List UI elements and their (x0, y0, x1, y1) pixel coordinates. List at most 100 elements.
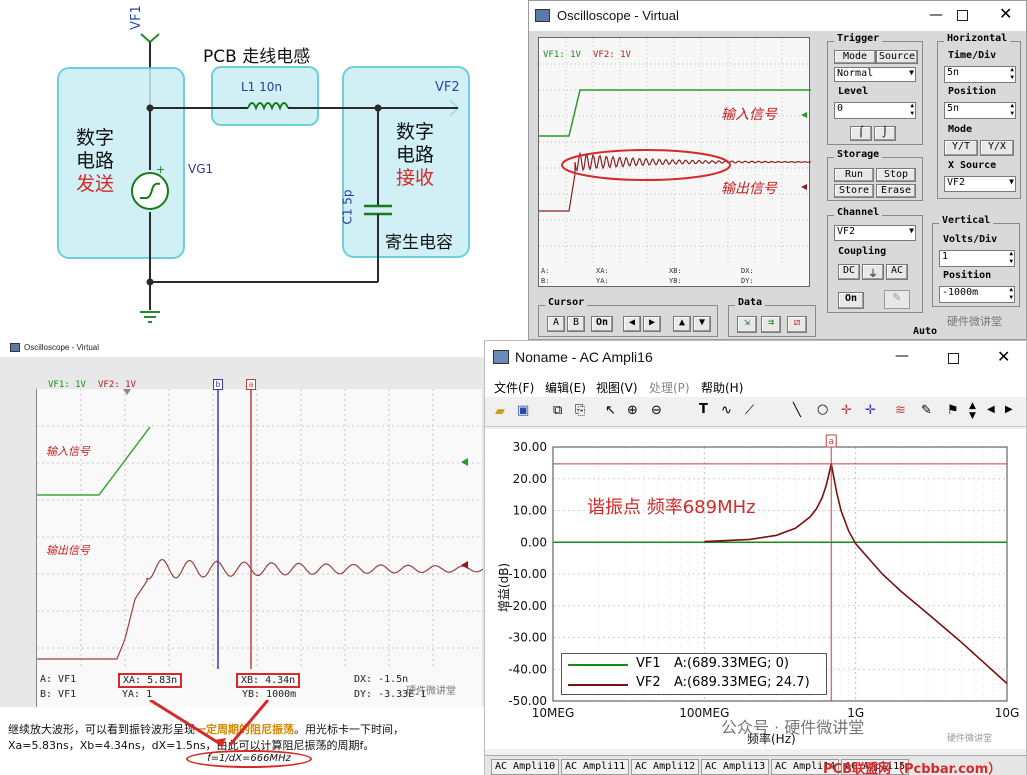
trigger-source-tab[interactable]: Source (876, 50, 918, 64)
falling-edge-button[interactable]: ⌡ (874, 126, 896, 141)
y-tick-label: -20.00 (508, 599, 547, 613)
cursor-group: Cursor A B On ◀ ▶ ▲ ▼ (538, 297, 718, 337)
open-icon[interactable]: ▰ (495, 404, 505, 419)
spinner-icon[interactable]: ▲ ▼ (910, 102, 914, 118)
y-tick-label: 0.00 (520, 535, 547, 549)
cursor-right-icon[interactable]: ▶ (643, 316, 661, 332)
data-clear-icon[interactable]: ⧄ (787, 316, 807, 333)
menu-file[interactable]: 文件(F) (494, 379, 534, 396)
cursor-on-button[interactable]: On (591, 316, 613, 332)
data-export-icon[interactable]: ⇲ (737, 316, 757, 333)
ac-plot[interactable]: 30.00 20.00 10.00 0.00 -10.00 -20.00 -30.00 -40… (485, 429, 1026, 749)
wave-icon[interactable]: ≋ (895, 403, 906, 418)
channel-select[interactable]: VF2 ▼ (834, 225, 916, 241)
data-copy-icon[interactable]: ⇉ (761, 316, 781, 333)
osc1-legend-vf2: VF2: 1V (593, 50, 631, 60)
tab-ac-ampli12[interactable]: AC Ampli12 (631, 759, 700, 775)
cursor-down-icon[interactable]: ▼ (693, 316, 711, 332)
spinner-icon[interactable]: ▲ ▼ (1009, 286, 1013, 302)
spinner-icon[interactable]: ▲ ▼ (1009, 250, 1013, 266)
chevron-down-icon[interactable]: ▼ (909, 68, 914, 77)
zoom-in-icon[interactable]: ⊕ (627, 403, 638, 418)
cursor-b-icon[interactable]: ✛ (865, 403, 876, 418)
cursor-a-icon[interactable]: ✛ (841, 403, 852, 418)
tab-ac-ampli11[interactable]: AC Ampli11 (561, 759, 630, 775)
gnd-button[interactable]: ⏚ (862, 264, 884, 280)
h-position-label: Position (948, 86, 997, 97)
schematic-panel: VF1 PCB 走线电感 L1 10n VF2 C1 5p VG1 + 数字 电… (0, 0, 520, 330)
curve2-icon[interactable]: ⟋ (745, 403, 754, 418)
minimize-icon[interactable]: — (929, 7, 943, 23)
v-position-input[interactable]: -1000m ▲ ▼ (939, 286, 1015, 303)
flag-icon[interactable]: ⚑ (947, 403, 959, 418)
save-icon[interactable]: ▣ (517, 403, 529, 418)
maximize-icon[interactable] (948, 353, 959, 364)
maximize-icon[interactable] (957, 10, 968, 21)
cursor-b-handle[interactable]: b (213, 379, 223, 390)
close-icon[interactable]: ✕ (999, 4, 1012, 23)
osc2-annot-input: 输入信号 (46, 445, 90, 458)
marker-icon[interactable]: ✎ (921, 403, 932, 418)
yx-button[interactable]: Y/X (980, 140, 1014, 156)
menu-process[interactable]: 处理(P) (649, 379, 690, 396)
pointer-icon[interactable]: ↖ (605, 403, 616, 418)
cursor-left-icon[interactable]: ◀ (623, 316, 641, 332)
store-button[interactable]: Store (834, 184, 874, 198)
time-div-input[interactable]: 5n ▲ ▼ (944, 66, 1016, 83)
erase-button[interactable]: Erase (876, 184, 916, 198)
capacitor-label: C1 5p (340, 189, 355, 225)
trigger-mode-tab[interactable]: Mode (834, 50, 876, 64)
dc-button[interactable]: DC (838, 264, 860, 280)
minimize-icon[interactable]: — (895, 348, 909, 364)
circle-icon[interactable]: ○ (817, 402, 828, 417)
stop-button[interactable]: Stop (876, 168, 916, 182)
y-tick-label: 30.00 (513, 440, 547, 454)
copy-icon[interactable]: ⧉ (553, 403, 562, 418)
cursor-a-handle[interactable]: a (246, 379, 256, 390)
run-button[interactable]: Run (834, 168, 874, 182)
tab-ac-ampli13[interactable]: AC Ampli13 (701, 759, 770, 775)
zoom-out-icon[interactable]: ⊖ (651, 403, 662, 418)
osc1-grid (539, 38, 812, 263)
probe-icon[interactable]: ✎ (884, 290, 910, 309)
menu-edit[interactable]: 编辑(E) (545, 379, 586, 396)
line-icon[interactable]: ╲ (793, 403, 801, 418)
scroll-right-icon[interactable]: ▶ (1005, 404, 1013, 415)
osc2-screen[interactable]: b a (36, 379, 484, 707)
y-tick-label: -30.00 (508, 631, 547, 645)
channel-on-button[interactable]: On (838, 292, 864, 309)
menu-view[interactable]: 视图(V) (596, 379, 638, 396)
scroll-left-icon[interactable]: ◀ (987, 404, 995, 415)
legend-vf1-name: VF1 (636, 656, 661, 671)
spin-up-down-icon[interactable]: ▲ ▼ (969, 401, 976, 421)
ac-button[interactable]: AC (886, 264, 908, 280)
ac-titlebar[interactable]: Noname - AC Ampli16 — ✕ (485, 341, 1026, 373)
spinner-icon[interactable]: ▲ ▼ (1010, 102, 1014, 118)
text-icon[interactable]: T (699, 402, 708, 417)
cursor-a-button[interactable]: A (547, 316, 565, 332)
osc2-titlebar[interactable]: Oscilloscope - Virtual (0, 337, 484, 357)
osc1-titlebar[interactable]: Oscilloscope - Virtual — ✕ (529, 1, 1026, 31)
paste-icon[interactable]: ⎘ (575, 403, 585, 418)
yt-button[interactable]: Y/T (944, 140, 978, 156)
ac-ylabel: 增益(dB) (497, 562, 512, 613)
cursor-b-button[interactable]: B (567, 316, 585, 332)
storage-group: Storage Run Stop Store Erase (827, 149, 923, 201)
horizontal-group: Horizontal Time/Div 5n ▲ ▼ Position 5n ▲ ▼ M… (937, 33, 1021, 199)
osc1-screen[interactable]: VF1: 1V VF2: 1V 输入信号 输出信号 A: B: XA: YA: … (538, 37, 812, 287)
volts-div-input[interactable]: 1 ▲ ▼ (939, 250, 1015, 267)
chevron-down-icon[interactable]: ▼ (1009, 177, 1014, 186)
tab-ac-ampli10[interactable]: AC Ampli10 (491, 759, 560, 775)
curve-icon[interactable]: ∿ (721, 403, 732, 418)
chevron-down-icon[interactable]: ▼ (909, 226, 914, 235)
menu-help[interactable]: 帮助(H) (701, 379, 743, 396)
cursor-up-icon[interactable]: ▲ (673, 316, 691, 332)
close-icon[interactable]: ✕ (997, 347, 1010, 366)
h-position-input[interactable]: 5n ▲ ▼ (944, 102, 1016, 119)
rising-edge-button[interactable]: ⌠ (850, 126, 872, 141)
x-source-select[interactable]: VF2 ▼ (944, 176, 1016, 192)
auto-label: Auto (913, 326, 938, 337)
spinner-icon[interactable]: ▲ ▼ (1010, 66, 1014, 82)
trigger-level-input[interactable]: 0 ▲ ▼ (834, 102, 916, 119)
trigger-mode-select[interactable]: Normal ▼ (834, 67, 916, 82)
